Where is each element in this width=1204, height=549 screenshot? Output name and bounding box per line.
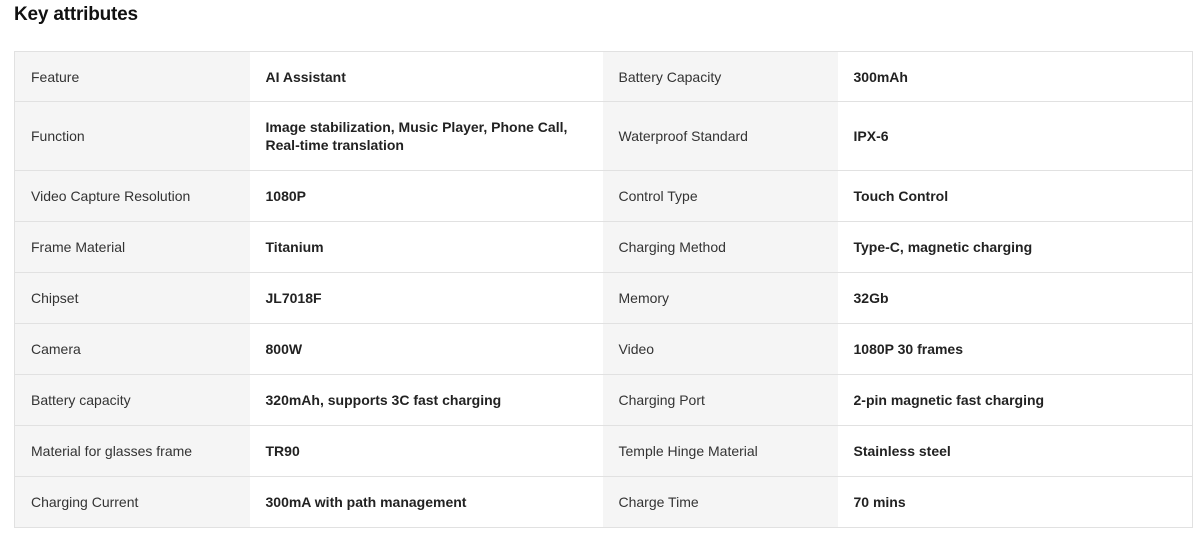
attribute-label: Charging Port (602, 374, 838, 426)
table-row: Feature AI Assistant Battery Capacity 30… (14, 51, 1193, 102)
attribute-value: 1080P (249, 170, 603, 222)
attribute-label: Feature (14, 51, 250, 102)
section-title: Key attributes (14, 4, 138, 25)
attribute-value: Titanium (249, 221, 603, 273)
table-row: Battery capacity 320mAh, supports 3C fas… (14, 374, 1193, 426)
attribute-value: 2-pin magnetic fast charging (837, 374, 1193, 426)
attribute-value: 70 mins (837, 476, 1193, 528)
attribute-label: Frame Material (14, 221, 250, 273)
attribute-label: Control Type (602, 170, 838, 222)
attribute-label: Memory (602, 272, 838, 324)
table-row: Camera 800W Video 1080P 30 frames (14, 323, 1193, 375)
attribute-value: JL7018F (249, 272, 603, 324)
table-row: Frame Material Titanium Charging Method … (14, 221, 1193, 273)
attribute-label: Battery capacity (14, 374, 250, 426)
attribute-label: Waterproof Standard (602, 101, 838, 171)
attribute-value: Image stabilization, Music Player, Phone… (249, 101, 603, 171)
attribute-value: 1080P 30 frames (837, 323, 1193, 375)
table-row: Chipset JL7018F Memory 32Gb (14, 272, 1193, 324)
attribute-label: Function (14, 101, 250, 171)
attribute-label: Battery Capacity (602, 51, 838, 102)
table-row: Charging Current 300mA with path managem… (14, 476, 1193, 528)
attribute-value: 300mA with path management (249, 476, 603, 528)
attribute-value: TR90 (249, 425, 603, 477)
attribute-label: Video Capture Resolution (14, 170, 250, 222)
attribute-label: Charge Time (602, 476, 838, 528)
attribute-value: 320mAh, supports 3C fast charging (249, 374, 603, 426)
attribute-value: Type-C, magnetic charging (837, 221, 1193, 273)
attribute-value: Touch Control (837, 170, 1193, 222)
key-attributes-table: Feature AI Assistant Battery Capacity 30… (14, 51, 1193, 528)
attribute-label: Material for glasses frame (14, 425, 250, 477)
attribute-label: Charging Method (602, 221, 838, 273)
attribute-value: Stainless steel (837, 425, 1193, 477)
attribute-label: Video (602, 323, 838, 375)
attribute-value: 800W (249, 323, 603, 375)
table-row: Function Image stabilization, Music Play… (14, 101, 1193, 171)
table-row: Material for glasses frame TR90 Temple H… (14, 425, 1193, 477)
attribute-label: Temple Hinge Material (602, 425, 838, 477)
attribute-label: Charging Current (14, 476, 250, 528)
attribute-value: 300mAh (837, 51, 1193, 102)
attribute-value: 32Gb (837, 272, 1193, 324)
table-row: Video Capture Resolution 1080P Control T… (14, 170, 1193, 222)
attribute-value: AI Assistant (249, 51, 603, 102)
attribute-label: Chipset (14, 272, 250, 324)
attribute-label: Camera (14, 323, 250, 375)
attribute-value: IPX-6 (837, 101, 1193, 171)
